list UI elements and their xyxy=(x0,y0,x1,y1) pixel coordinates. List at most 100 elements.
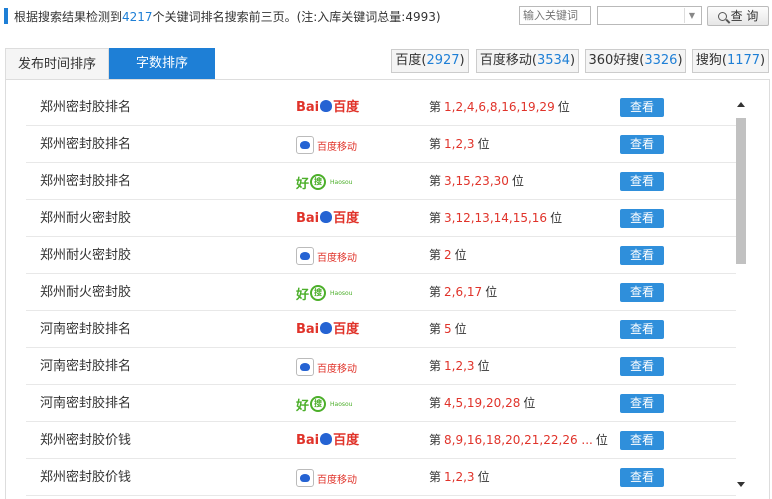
keyword-text: 河南密封胶排名 xyxy=(40,322,132,337)
keyword-text: 郑州耐火密封胶 xyxy=(40,248,132,263)
baidu-mobile-logo-text: 百度移动 xyxy=(317,141,357,153)
engine-filter-sogou[interactable]: 搜狗(1177) xyxy=(692,49,769,73)
keyword-text: 郑州密封胶排名 xyxy=(40,137,132,152)
view-button[interactable]: 查看 xyxy=(620,320,664,339)
baidu-mobile-logo-icon: 百度移动 xyxy=(296,356,376,378)
view-button[interactable]: 查看 xyxy=(620,135,664,154)
rank-positions: 第 1,2,4,6,8,16,19,29 位 xyxy=(429,89,570,126)
engine-select[interactable]: ▼ xyxy=(597,6,702,25)
keyword-text: 郑州耐火密封胶 xyxy=(40,211,132,226)
baidu-mobile-logo-icon: 百度移动 xyxy=(296,245,376,267)
rank-values: 1,2,3 xyxy=(444,359,475,373)
rank-suffix: 位 xyxy=(477,359,490,373)
rank-prefix: 第 xyxy=(429,285,442,299)
view-button[interactable]: 查看 xyxy=(620,209,664,228)
rank-prefix: 第 xyxy=(429,211,442,225)
rank-suffix: 位 xyxy=(595,433,608,447)
keyword-search-input[interactable] xyxy=(519,6,591,25)
baidu-logo-left: Bai xyxy=(296,433,320,448)
query-button[interactable]: 查 询 xyxy=(707,6,769,26)
engine-count: 3326 xyxy=(644,53,678,68)
rank-positions: 第 8,9,16,18,20,21,22,26 ... 位 xyxy=(429,422,608,459)
chevron-down-icon[interactable]: ▼ xyxy=(684,8,699,23)
rank-suffix: 位 xyxy=(523,396,536,410)
rank-prefix: 第 xyxy=(429,470,442,484)
rank-positions: 第 1,2,3 位 xyxy=(429,126,490,163)
haosou-logo-sou: 搜 xyxy=(310,396,327,412)
rank-prefix: 第 xyxy=(429,100,442,114)
view-button[interactable]: 查看 xyxy=(620,394,664,413)
view-button[interactable]: 查看 xyxy=(620,357,664,376)
engine-label: 360好搜 xyxy=(588,53,640,68)
ranking-list-panel: 郑州密封胶排名 Bai 百度第 1,2,4,6,8,16,19,29 位查看 郑州密封胶排… xyxy=(5,80,770,499)
haosou-logo-latin: Haosou xyxy=(330,289,353,297)
rank-positions: 第 2,6,17 位 xyxy=(429,274,497,311)
scrollbar-thumb[interactable] xyxy=(736,118,746,264)
baidu-mobile-paw-icon xyxy=(296,469,314,487)
haosou-logo-latin: Haosou xyxy=(330,178,353,186)
table-row: 郑州耐火密封胶 Bai 百度 第 3,12,13,14,15,16 位 查看 xyxy=(26,200,736,237)
title-accent-bar xyxy=(4,8,8,24)
engine-count: 1177 xyxy=(726,53,761,68)
tab-word-count-sort[interactable]: 字数排序 xyxy=(109,48,215,80)
view-button[interactable]: 查看 xyxy=(620,468,664,487)
rank-prefix: 第 xyxy=(429,359,442,373)
haosou-logo-latin: Haosou xyxy=(330,400,353,408)
baidu-logo-icon: Bai 百度 xyxy=(296,208,376,230)
engine-filter-360-haosou[interactable]: 360好搜(3326) xyxy=(585,49,686,73)
rank-values: 3,15,23,30 xyxy=(444,174,509,188)
rank-positions: 第 1,2,3 位 xyxy=(429,459,490,496)
keyword-text: 河南密封胶排名 xyxy=(40,396,132,411)
engine-label: 百度 xyxy=(395,53,422,68)
rank-prefix: 第 xyxy=(429,322,442,336)
view-button[interactable]: 查看 xyxy=(620,283,664,302)
rank-prefix: 第 xyxy=(429,396,442,410)
rank-prefix: 第 xyxy=(429,137,442,151)
table-row: 郑州密封胶价钱 Bai 百度 第 8,9,16,18,20,21,22,26 ... 位查… xyxy=(26,422,736,459)
rank-values: 8,9,16,18,20,21,22,26 ... xyxy=(444,433,593,447)
scroll-down-arrow-icon[interactable] xyxy=(737,482,745,487)
keyword-text: 郑州密封胶价钱 xyxy=(40,470,132,485)
baidu-mobile-paw-icon xyxy=(296,358,314,376)
baidu-logo-icon: Bai 百度 xyxy=(296,319,376,341)
baidu-logo-left: Bai xyxy=(296,322,320,337)
scroll-up-arrow-icon[interactable] xyxy=(737,102,745,107)
engine-filter-baidu[interactable]: 百度(2927) xyxy=(391,49,469,73)
engine-filter-baidu-mobile[interactable]: 百度移动(3534) xyxy=(476,49,579,73)
rank-suffix: 位 xyxy=(477,137,490,151)
baidu-logo-left: Bai xyxy=(296,211,320,226)
engine-count: 3534 xyxy=(536,53,571,68)
rank-values: 1,2,4,6,8,16,19,29 xyxy=(444,100,555,114)
vertical-scrollbar[interactable] xyxy=(735,102,747,487)
haosou-logo-icon: 好搜 Haosou xyxy=(296,282,376,304)
view-button[interactable]: 查看 xyxy=(620,246,664,265)
baidu-mobile-logo-icon: 百度移动 xyxy=(296,134,376,156)
tab-publish-time-sort[interactable]: 发布时间排序 xyxy=(5,48,109,80)
rank-suffix: 位 xyxy=(454,322,467,336)
keyword-text: 郑州密封胶排名 xyxy=(40,174,132,189)
haosou-logo-hao: 好 xyxy=(296,176,310,192)
view-button[interactable]: 查看 xyxy=(620,98,664,117)
rank-suffix: 位 xyxy=(477,470,490,484)
baidu-paw-icon xyxy=(320,322,333,334)
engine-label: 搜狗 xyxy=(695,53,722,68)
rank-values: 1,2,3 xyxy=(444,137,475,151)
rank-suffix: 位 xyxy=(485,285,498,299)
haosou-logo-sou: 搜 xyxy=(310,285,327,301)
baidu-logo-right: 百度 xyxy=(333,433,360,448)
rank-values: 2,6,17 xyxy=(444,285,483,299)
rank-prefix: 第 xyxy=(429,248,442,262)
rank-positions: 第 1,2,3 位 xyxy=(429,348,490,385)
haosou-logo-icon: 好搜 Haosou xyxy=(296,171,376,193)
table-row: 郑州密封胶价钱 百度移动 第 1,2,3 位 查看 xyxy=(26,459,736,496)
baidu-mobile-paw-icon xyxy=(296,136,314,154)
view-button[interactable]: 查看 xyxy=(620,431,664,450)
baidu-paw-icon xyxy=(320,100,333,112)
baidu-paw-icon xyxy=(320,433,333,445)
rank-positions: 第 3,15,23,30 位 xyxy=(429,163,524,200)
haosou-logo-icon: 好搜 Haosou xyxy=(296,393,376,415)
rank-positions: 第 3,12,13,14,15,16 位 xyxy=(429,200,562,237)
haosou-logo-sou: 搜 xyxy=(310,174,327,190)
table-row: 郑州密封胶排名 Bai 百度 第 1,2,4,6,8,16,19,29 位 查看 xyxy=(26,89,736,126)
view-button[interactable]: 查看 xyxy=(620,172,664,191)
